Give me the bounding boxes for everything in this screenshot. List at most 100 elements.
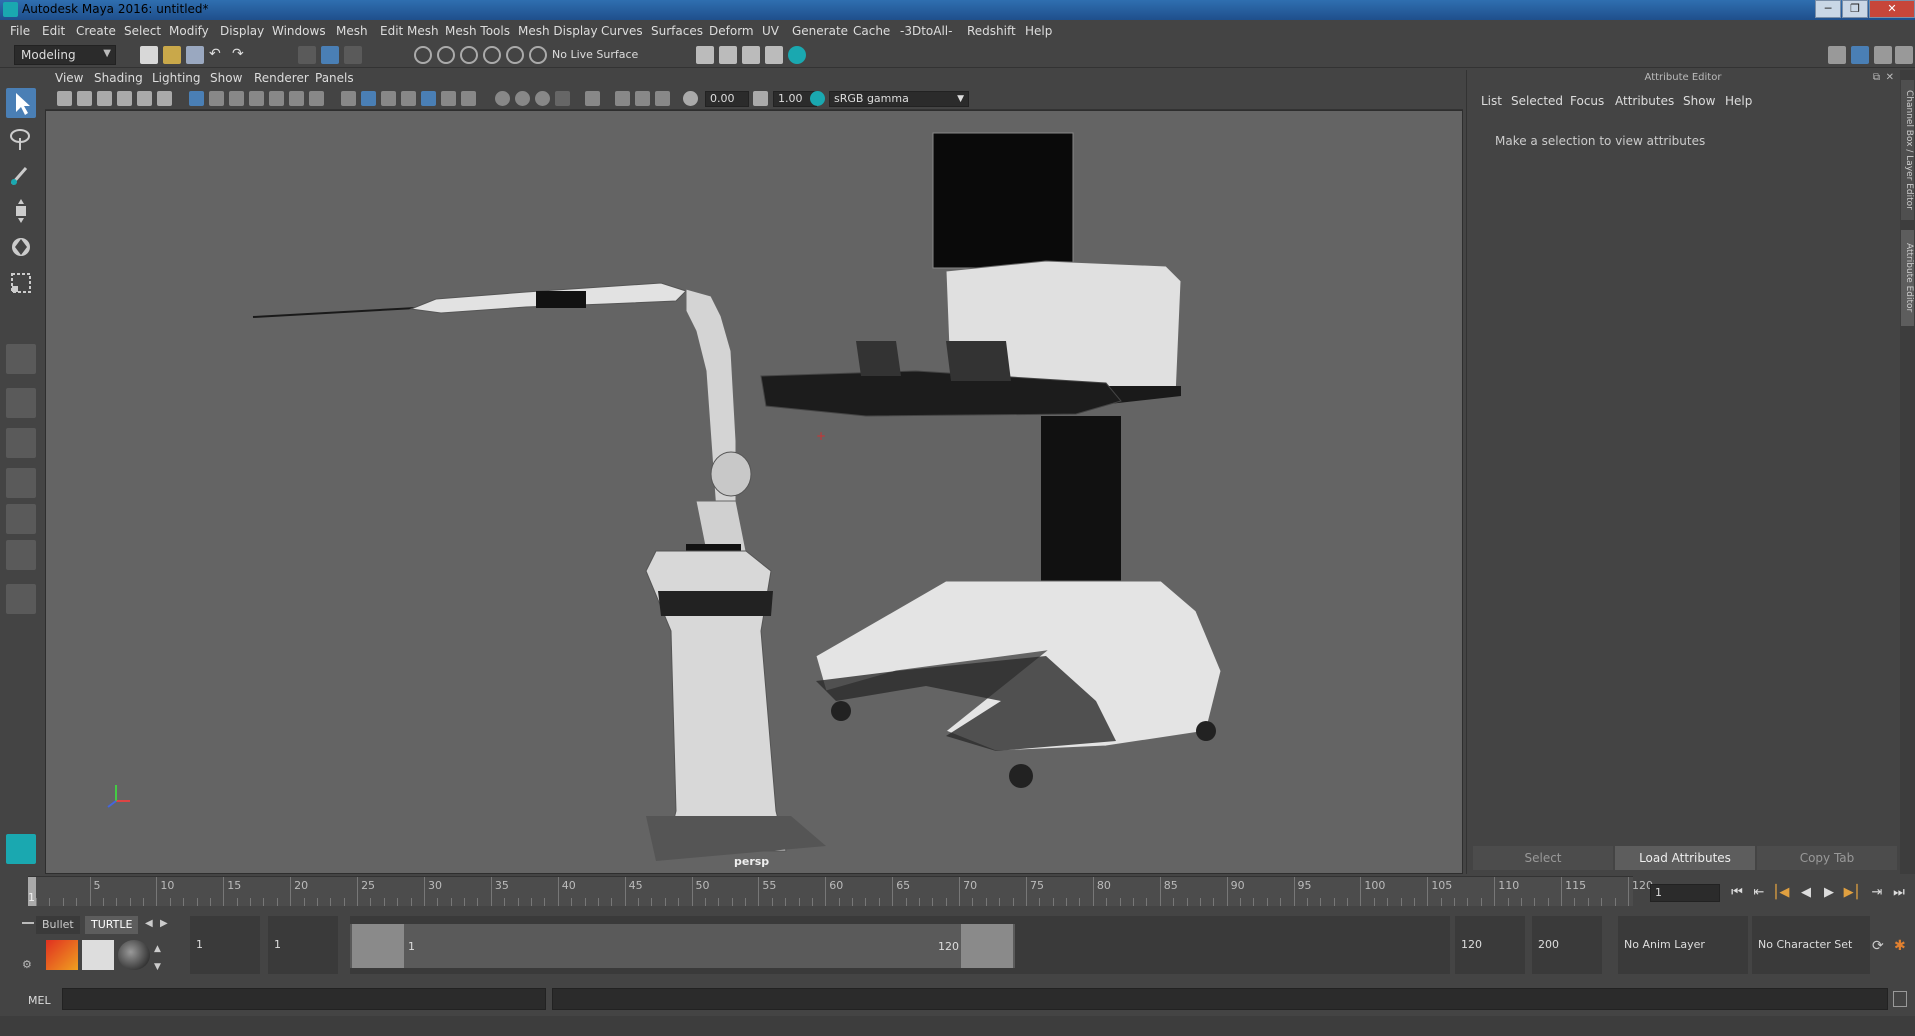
- menu-curves[interactable]: Curves: [601, 24, 643, 38]
- script-editor-icon[interactable]: [1893, 991, 1907, 1007]
- step-back-frame-icon[interactable]: ⇤: [1750, 884, 1768, 902]
- animation-start-field[interactable]: 1: [190, 916, 260, 974]
- menu-edit[interactable]: Edit: [42, 24, 65, 38]
- ae-menu-list[interactable]: List: [1481, 94, 1502, 108]
- go-to-start-icon[interactable]: ⏮: [1728, 884, 1746, 902]
- field-chart-icon[interactable]: [269, 91, 284, 106]
- viewport-menu-view[interactable]: View: [55, 71, 83, 85]
- color-management-icon[interactable]: [810, 91, 825, 106]
- single-perspective-layout-icon[interactable]: [6, 344, 36, 374]
- bookmark-icon[interactable]: [97, 91, 112, 106]
- ae-menu-help[interactable]: Help: [1725, 94, 1752, 108]
- viewport-menu-show[interactable]: Show: [210, 71, 242, 85]
- shelf-scroll-right-icon[interactable]: ▶: [160, 918, 168, 929]
- custom-layout-icon[interactable]: [6, 584, 36, 614]
- menu-create[interactable]: Create: [76, 24, 116, 38]
- close-panel-icon[interactable]: ✕: [1886, 72, 1894, 83]
- menu-edit-mesh[interactable]: Edit Mesh: [380, 24, 439, 38]
- shelf-scroll-down-icon[interactable]: ▼: [154, 962, 161, 972]
- backface-culling-icon[interactable]: [655, 91, 670, 106]
- safe-action-icon[interactable]: [289, 91, 304, 106]
- select-by-object-icon[interactable]: [321, 46, 339, 64]
- menu-windows[interactable]: Windows: [272, 24, 326, 38]
- channel-box-toggle-icon[interactable]: [1895, 46, 1913, 64]
- scale-tool-icon[interactable]: [6, 268, 36, 298]
- anim-layer-dropdown[interactable]: No Anim Layer: [1618, 916, 1748, 974]
- menu-3dtoall[interactable]: -3DtoAll-: [900, 24, 952, 38]
- select-tool-icon[interactable]: [6, 88, 36, 118]
- ae-menu-focus[interactable]: Focus: [1570, 94, 1604, 108]
- tool-settings-icon[interactable]: [1874, 46, 1892, 64]
- attribute-editor-tab[interactable]: Attribute Editor: [1901, 230, 1914, 326]
- menu-deform[interactable]: Deform: [709, 24, 754, 38]
- ipr-render-icon[interactable]: [719, 46, 737, 64]
- render-frame-icon[interactable]: [696, 46, 714, 64]
- four-view-layout-icon[interactable]: [6, 388, 36, 418]
- menu-select[interactable]: Select: [124, 24, 161, 38]
- range-end-handle[interactable]: [961, 924, 1013, 968]
- image-plane-icon[interactable]: [117, 91, 132, 106]
- playback-start-field[interactable]: 1: [268, 916, 338, 974]
- render-settings-icon[interactable]: [742, 46, 760, 64]
- ae-menu-show[interactable]: Show: [1683, 94, 1715, 108]
- menu-help[interactable]: Help: [1025, 24, 1052, 38]
- render-view-icon[interactable]: [788, 46, 806, 64]
- attribute-editor-toggle-icon[interactable]: [1851, 46, 1869, 64]
- exposure-field[interactable]: 0.00: [705, 91, 749, 107]
- play-forwards-icon[interactable]: ▶: [1820, 884, 1838, 902]
- animation-end-field[interactable]: 200: [1532, 916, 1602, 974]
- isolate-select-icon[interactable]: [585, 91, 600, 106]
- range-start-handle[interactable]: [352, 924, 404, 968]
- redo-icon[interactable]: ↷: [232, 46, 250, 64]
- hypershade-layout-icon[interactable]: [6, 504, 36, 534]
- minimize-button[interactable]: ─: [1815, 0, 1841, 18]
- depth-of-field-icon[interactable]: [555, 91, 570, 106]
- viewport-menu-lighting[interactable]: Lighting: [152, 71, 201, 85]
- rotate-tool-icon[interactable]: [6, 232, 36, 262]
- snap-grid-icon[interactable]: [414, 46, 432, 64]
- grid-toggle-icon[interactable]: [189, 91, 204, 106]
- shelf-settings-icon[interactable]: ⚙: [22, 958, 32, 971]
- select-by-hierarchy-icon[interactable]: [298, 46, 316, 64]
- range-slider-bar[interactable]: 1 120: [350, 924, 1015, 968]
- ae-menu-selected[interactable]: Selected: [1511, 94, 1563, 108]
- shelf-tab-turtle[interactable]: TURTLE: [85, 916, 139, 934]
- mel-command-input[interactable]: [62, 988, 546, 1010]
- ae-copy-tab-button[interactable]: Copy Tab: [1757, 846, 1897, 870]
- character-set-dropdown[interactable]: No Character Set: [1752, 916, 1870, 974]
- safe-title-icon[interactable]: [309, 91, 324, 106]
- play-backwards-icon[interactable]: ◀: [1797, 884, 1815, 902]
- ae-select-button[interactable]: Select: [1473, 846, 1613, 870]
- grease-pencil-icon[interactable]: [157, 91, 172, 106]
- gate-mask-icon[interactable]: [249, 91, 264, 106]
- new-scene-icon[interactable]: [140, 46, 158, 64]
- menu-mesh-tools[interactable]: Mesh Tools: [445, 24, 510, 38]
- film-gate-icon[interactable]: [209, 91, 224, 106]
- maximize-button[interactable]: ❐: [1842, 0, 1868, 18]
- textured-icon[interactable]: [401, 91, 416, 106]
- camera-select-icon[interactable]: [57, 91, 72, 106]
- step-forward-key-icon[interactable]: ▶⎮: [1843, 884, 1861, 902]
- menu-generate[interactable]: Generate: [792, 24, 848, 38]
- save-scene-icon[interactable]: [186, 46, 204, 64]
- persp-graph-layout-icon[interactable]: [6, 468, 36, 498]
- menu-surfaces[interactable]: Surfaces: [651, 24, 703, 38]
- resolution-gate-icon[interactable]: [229, 91, 244, 106]
- xray-active-components-icon[interactable]: [635, 91, 650, 106]
- shelf-scroll-up-icon[interactable]: ▲: [154, 944, 161, 954]
- animation-preferences-icon[interactable]: ✱: [1894, 938, 1906, 954]
- snap-point-icon[interactable]: [460, 46, 478, 64]
- snap-view-plane-icon[interactable]: [483, 46, 501, 64]
- xray-joints-icon[interactable]: [615, 91, 630, 106]
- viewport-persp[interactable]: + persp: [45, 110, 1463, 874]
- anti-aliasing-icon[interactable]: [535, 91, 550, 106]
- turtle-render-icon[interactable]: [46, 940, 78, 970]
- open-scene-icon[interactable]: [163, 46, 181, 64]
- snap-curve-icon[interactable]: [437, 46, 455, 64]
- live-surface-label[interactable]: No Live Surface: [552, 48, 638, 61]
- gamma-icon[interactable]: [753, 91, 768, 106]
- step-forward-frame-icon[interactable]: ⇥: [1868, 884, 1886, 902]
- select-by-component-icon[interactable]: [344, 46, 362, 64]
- viewport-menu-renderer[interactable]: Renderer: [254, 71, 309, 85]
- 2d-pan-zoom-icon[interactable]: [137, 91, 152, 106]
